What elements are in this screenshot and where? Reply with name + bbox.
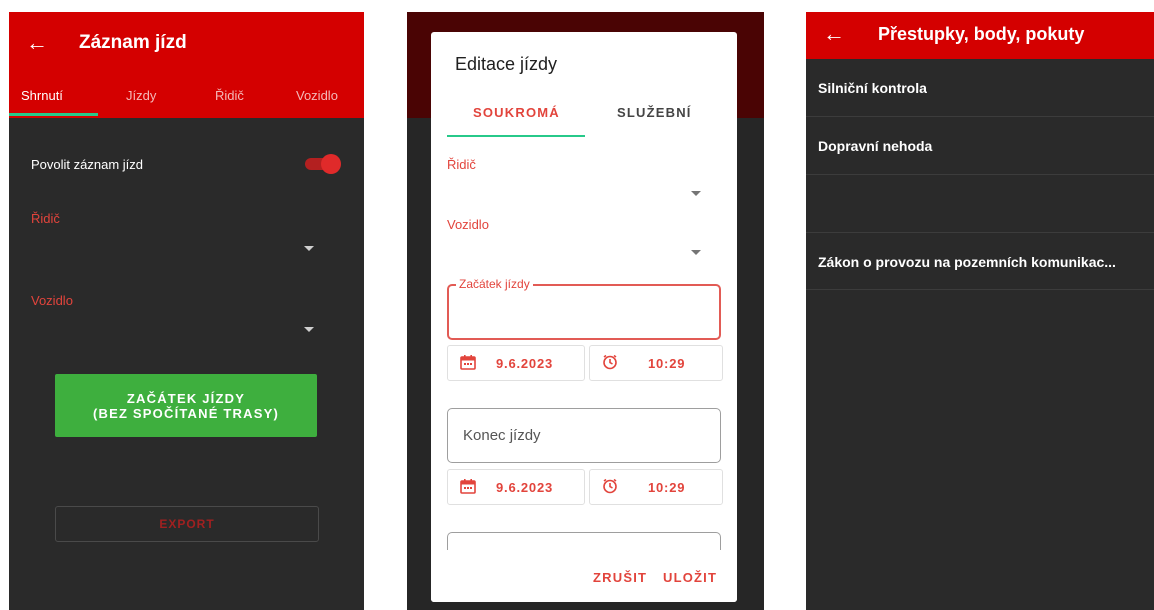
start-ride-button-line1: ZAČÁTEK JÍZDY — [126, 390, 246, 406]
list-item[interactable] — [806, 175, 1154, 233]
tab-vehicle[interactable]: Vozidlo — [296, 88, 338, 103]
list-item[interactable]: Silniční kontrola — [806, 59, 1154, 117]
back-arrow-icon[interactable]: ← — [26, 32, 48, 54]
list-item-label: Zákon o provozu na pozemních komunikac..… — [818, 254, 1116, 270]
screen-offenses: ← Přestupky, body, pokuty Silniční kontr… — [806, 12, 1154, 610]
dialog-title: Editace jízdy — [455, 54, 558, 74]
export-button[interactable]: EXPORT — [55, 506, 319, 542]
end-date-picker[interactable]: 9.6.2023 — [447, 469, 585, 505]
page-title: Přestupky, body, pokuty — [878, 24, 1085, 44]
tab-private[interactable]: SOUKROMÁ — [473, 105, 560, 120]
toggle-label: Povolit záznam jízd — [31, 157, 143, 172]
clock-icon — [603, 354, 617, 370]
vehicle-dropdown-caret-icon[interactable] — [691, 250, 701, 255]
calendar-icon — [460, 355, 476, 370]
back-arrow-icon[interactable]: ← — [823, 23, 845, 45]
tab-business[interactable]: SLUŽEBNÍ — [617, 105, 692, 120]
page-title: Záznam jízd — [79, 32, 187, 53]
list-item[interactable]: Zákon o provozu na pozemních komunikac..… — [806, 233, 1154, 290]
end-time-picker[interactable]: 10:29 — [589, 469, 723, 505]
start-time-value: 10:29 — [648, 356, 686, 371]
calendar-icon — [460, 479, 476, 494]
driver-label: Řidič — [31, 211, 60, 226]
start-ride-field[interactable] — [447, 284, 721, 340]
tab-bar: Shrnutí Jízdy Řidič Vozidlo — [9, 80, 364, 116]
list-item-label: Silniční kontrola — [818, 80, 927, 96]
active-tab-indicator — [447, 135, 585, 137]
screen-ride-log: ← Záznam jízd Shrnutí Jízdy Řidič Vozidl… — [9, 12, 364, 610]
app-bar: ← Záznam jízd Shrnutí Jízdy Řidič Vozidl… — [9, 12, 364, 118]
driver-dropdown-caret-icon[interactable] — [304, 246, 314, 251]
tab-summary[interactable]: Shrnutí — [21, 88, 63, 103]
cancel-button[interactable]: ZRUŠIT — [593, 570, 647, 585]
start-ride-field-label: Začátek jízdy — [456, 277, 533, 291]
end-time-value: 10:29 — [648, 480, 686, 495]
app-bar: ← Přestupky, body, pokuty — [806, 12, 1154, 59]
list-item-label: Dopravní nehoda — [818, 138, 933, 154]
start-date-value: 9.6.2023 — [496, 356, 554, 371]
list-item[interactable]: Dopravní nehoda — [806, 117, 1154, 175]
screen-edit-ride: Editace jízdy SOUKROMÁ SLUŽEBNÍ Řidič Vo… — [407, 12, 764, 610]
driver-dropdown-caret-icon[interactable] — [691, 191, 701, 196]
toggle-knob[interactable] — [321, 154, 341, 174]
start-time-picker[interactable]: 10:29 — [589, 345, 723, 381]
edit-ride-dialog: Editace jízdy SOUKROMÁ SLUŽEBNÍ Řidič Vo… — [431, 32, 737, 602]
active-tab-indicator — [9, 113, 98, 116]
clock-icon — [603, 478, 617, 494]
tab-rides[interactable]: Jízdy — [126, 88, 156, 103]
driver-label: Řidič — [447, 157, 476, 172]
start-ride-button[interactable]: ZAČÁTEK JÍZDY (BEZ SPOČÍTANÉ TRASY) — [55, 374, 317, 437]
vehicle-label: Vozidlo — [447, 217, 489, 232]
start-date-picker[interactable]: 9.6.2023 — [447, 345, 585, 381]
end-date-value: 9.6.2023 — [496, 480, 554, 495]
vehicle-dropdown-caret-icon[interactable] — [304, 327, 314, 332]
end-ride-field-placeholder: Konec jízdy — [463, 427, 541, 444]
vehicle-label: Vozidlo — [31, 293, 73, 308]
start-ride-button-line2: (BEZ SPOČÍTANÉ TRASY) — [92, 405, 280, 421]
save-button[interactable]: ULOŽIT — [663, 570, 717, 585]
tab-driver[interactable]: Řidič — [215, 88, 244, 103]
